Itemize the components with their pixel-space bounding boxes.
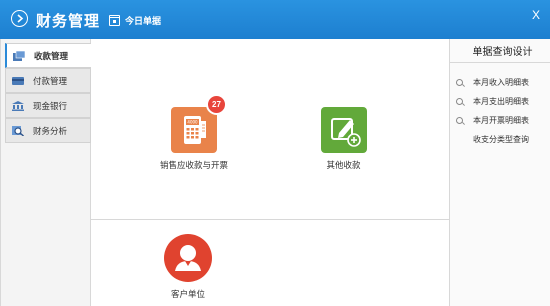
today-documents-button[interactable]: 今日单据: [109, 13, 161, 27]
search-icon: [456, 97, 463, 105]
title-bar: 财务管理 今日单据 X: [0, 0, 550, 39]
customer-icon: [164, 234, 212, 282]
tile-other-receipts[interactable]: 其他收款: [291, 107, 396, 171]
tile-label: 其他收款: [326, 160, 361, 170]
sidebar-item-payables[interactable]: 付款管理: [5, 68, 91, 93]
sidebar-item-label: 现金银行: [33, 100, 68, 111]
sidebar-item-label: 财务分析: [33, 125, 68, 136]
search-icon: [456, 116, 463, 124]
query-label: 本月开票明细表: [473, 115, 529, 125]
sidebar-item-receivables[interactable]: 收款管理: [5, 43, 92, 68]
panel-title: 单据查询设计: [450, 39, 550, 63]
bank-icon: [12, 100, 24, 111]
sidebar-item-financial-analysis[interactable]: 财务分析: [5, 118, 91, 143]
notification-badge: 27: [206, 94, 227, 115]
sidebar-item-label: 收款管理: [34, 50, 69, 61]
back-arrow-icon[interactable]: [11, 10, 28, 27]
query-monthly-invoice[interactable]: 本月开票明细表: [456, 112, 529, 128]
pos-terminal-icon: 4000 27: [171, 94, 227, 153]
query-monthly-expense[interactable]: 本月支出明细表: [456, 93, 529, 109]
receipt-icon: [13, 50, 26, 61]
query-label: 本月收入明细表: [473, 77, 529, 87]
svg-text:4000: 4000: [187, 120, 198, 125]
query-design-panel: 单据查询设计 本月收入明细表 本月支出明细表 本月开票明细表 收支分类型查询: [449, 39, 550, 306]
search-icon: [456, 78, 463, 86]
tile-label: 销售应收款与开票: [159, 160, 228, 170]
query-label: 本月支出明细表: [473, 96, 529, 106]
tile-label: 客户单位: [170, 289, 205, 299]
payment-icon: [12, 76, 24, 86]
edit-add-icon: [320, 107, 367, 153]
app-title: 财务管理: [36, 13, 101, 30]
sidebar-item-label: 付款管理: [33, 75, 68, 86]
section-divider: [91, 219, 449, 220]
sidebar: 收款管理 付款管理 现金银行 财务分析: [0, 39, 92, 306]
main-content: 4000 27 销售应收款与开票 其他收款 客户单位: [91, 39, 449, 306]
today-documents-label: 今日单据: [125, 15, 162, 26]
query-label: 收支分类型查询: [473, 134, 529, 144]
query-monthly-income[interactable]: 本月收入明细表: [456, 74, 529, 90]
tile-customer-units[interactable]: 客户单位: [138, 234, 238, 300]
close-button[interactable]: X: [532, 8, 540, 22]
query-income-expense-category[interactable]: 收支分类型查询: [473, 131, 529, 147]
tile-sales-receivables-invoicing[interactable]: 4000 27 销售应收款与开票: [134, 94, 254, 171]
calendar-icon: [109, 14, 120, 26]
analysis-icon: [12, 125, 24, 137]
sidebar-item-cash-bank[interactable]: 现金银行: [5, 93, 91, 118]
